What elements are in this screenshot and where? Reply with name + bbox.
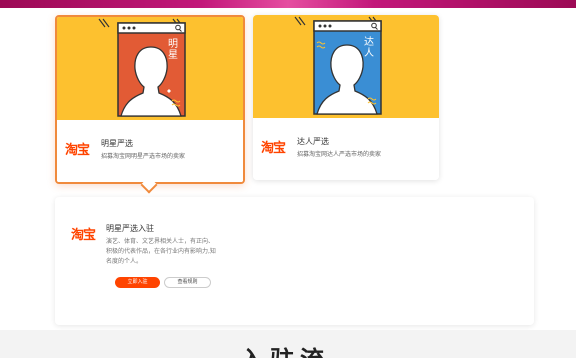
- taobao-logo: 淘宝: [71, 228, 96, 243]
- taobao-logo: 淘宝: [261, 141, 286, 156]
- apply-now-button[interactable]: 立即入驻: [115, 277, 160, 288]
- card-star-selection[interactable]: 明星 淘宝 明星严选 招募淘宝网明星严选市场的卖家: [55, 15, 245, 184]
- card-title: 明星严选: [101, 139, 133, 148]
- taobao-logo: 淘宝: [65, 143, 90, 158]
- view-rules-button[interactable]: 查看规则: [164, 277, 211, 288]
- top-banner-strip: [0, 0, 576, 8]
- card-footer: 淘宝 明星严选 招募淘宝网明星严选市场的卖家: [57, 120, 243, 182]
- section-heading: 入驻流程: [240, 346, 340, 358]
- detail-description: 演艺、体育、文艺界相关人士，有正向、积极的代表作品，在各行业内有影响力,知名度的…: [106, 238, 216, 265]
- card-title: 达人严选: [297, 137, 329, 146]
- card-badge-text: 达人: [364, 37, 374, 59]
- card-description: 招募淘宝网明星严选市场的卖家: [101, 153, 186, 160]
- card-illustration: 明星: [57, 17, 243, 120]
- detail-panel: 淘宝 明星严选入驻 演艺、体育、文艺界相关人士，有正向、积极的代表作品，在各行业…: [55, 197, 534, 325]
- card-badge-text: 明星: [168, 39, 178, 61]
- detail-title: 明星严选入驻: [106, 224, 154, 233]
- card-footer: 淘宝 达人严选 招募淘宝网达人严选市场的卖家: [253, 118, 439, 180]
- card-illustration: 达人: [253, 15, 439, 118]
- card-talent-selection[interactable]: 达人 淘宝 达人严选 招募淘宝网达人严选市场的卖家: [253, 15, 439, 180]
- card-description: 招募淘宝网达人严选市场的卖家: [297, 151, 382, 158]
